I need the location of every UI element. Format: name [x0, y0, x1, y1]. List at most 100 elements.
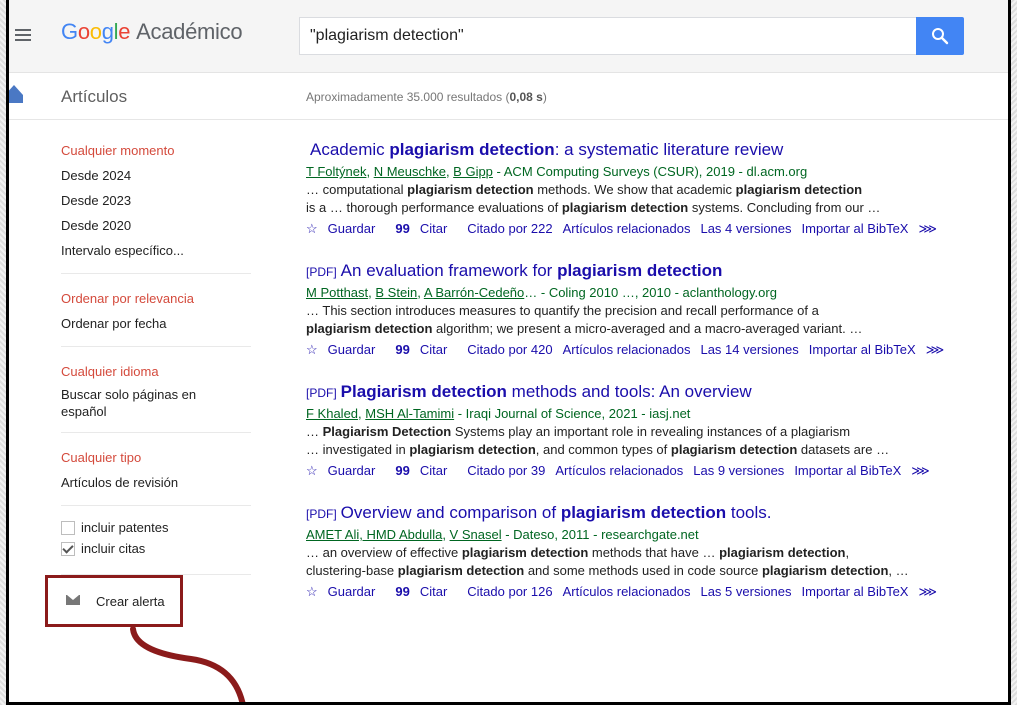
type-any[interactable]: Cualquier tipo — [61, 447, 251, 468]
result-title[interactable]: [PDF] An evaluation framework for plagiar… — [306, 260, 996, 283]
filter-since-2023[interactable]: Desde 2023 — [61, 190, 251, 211]
filter-any-time[interactable]: Cualquier momento — [61, 140, 251, 161]
author-link[interactable]: A Barrón-Cedeño — [424, 285, 524, 300]
related-link[interactable]: Artículos relacionados — [563, 221, 691, 236]
bibtex-link[interactable]: Importar al BibTeX — [809, 342, 916, 357]
results-list: Academic plagiarism detection: a systema… — [306, 139, 996, 623]
pdf-tag[interactable]: [PDF] — [306, 507, 337, 521]
result-item: [PDF] Overview and comparison of plagiari… — [306, 502, 996, 602]
author-link[interactable]: T Foltýnek — [306, 164, 366, 179]
include-citations[interactable]: incluir citas — [61, 541, 251, 556]
save-link[interactable]: ☆ Guardar — [306, 584, 385, 599]
citations-checkbox[interactable] — [61, 541, 75, 556]
create-alert-button[interactable]: Crear alerta — [45, 575, 183, 627]
title-text: methods and tools: An overview — [506, 382, 752, 401]
filters-sidebar: Cualquier momento Desde 2024 Desde 2023 … — [61, 140, 251, 587]
snippet-fragment: , and common types of — [535, 442, 671, 457]
snippet-fragment: systems. Concluding from our … — [688, 200, 881, 215]
author-link[interactable]: MSH Al-Tamimi — [365, 406, 454, 421]
results-count: Aproximadamente 35.000 resultados (0,08 … — [306, 90, 547, 104]
result-title[interactable]: [PDF] Plagiarism detection methods and to… — [306, 381, 996, 404]
cite-label: Citar — [419, 463, 448, 478]
related-link[interactable]: Artículos relacionados — [555, 463, 683, 478]
pdf-tag[interactable]: [PDF] — [306, 386, 337, 400]
sort-date[interactable]: Ordenar por fecha — [61, 313, 251, 334]
versions-link[interactable]: Las 4 versiones — [700, 221, 791, 236]
snippet-fragment: plagiarism detection — [735, 182, 863, 197]
save-link[interactable]: ☆ Guardar — [306, 342, 385, 357]
section-title[interactable]: Artículos — [61, 87, 127, 107]
result-source: - ACM Computing Surveys (CSUR), 2019 - d… — [492, 164, 808, 179]
filter-since-2024[interactable]: Desde 2024 — [61, 165, 251, 186]
cited-by-link[interactable]: Citado por 222 — [467, 221, 552, 236]
bibtex-link[interactable]: Importar al BibTeX — [802, 584, 909, 599]
lang-any[interactable]: Cualquier idioma — [61, 361, 251, 382]
title-text: An evaluation framework for — [340, 261, 558, 280]
result-source: - Dateso, 2011 - researchgate.net — [501, 527, 699, 542]
star-icon: ☆ — [306, 463, 318, 478]
cite-link[interactable]: 99 Citar — [395, 221, 457, 236]
more-icon[interactable]: ⋙ — [926, 342, 945, 357]
citations-label: incluir citas — [81, 541, 146, 556]
sort-group: Ordenar por relevancia Ordenar por fecha — [61, 288, 251, 347]
cite-link[interactable]: 99 Citar — [395, 584, 457, 599]
author-link[interactable]: B Gipp — [453, 164, 493, 179]
search-button[interactable] — [916, 17, 964, 55]
author-link[interactable]: F Khaled — [306, 406, 358, 421]
filter-custom-range[interactable]: Intervalo específico... — [61, 240, 251, 261]
background-texture-right — [1011, 0, 1017, 705]
bibtex-link[interactable]: Importar al BibTeX — [802, 221, 909, 236]
patents-label: incluir patentes — [81, 520, 169, 535]
cite-link[interactable]: 99 Citar — [395, 342, 457, 357]
save-link[interactable]: ☆ Guardar — [306, 463, 385, 478]
author-link[interactable]: M Potthast — [306, 285, 368, 300]
stats-prefix: Aproximadamente 35.000 resultados ( — [306, 90, 510, 104]
versions-link[interactable]: Las 5 versiones — [700, 584, 791, 599]
snippet-fragment: methods that have … — [588, 545, 720, 560]
lang-spanish[interactable]: Buscar solo páginas en español — [61, 386, 221, 420]
snippet-fragment: plagiarism detection — [670, 442, 798, 457]
cited-by-link[interactable]: Citado por 420 — [467, 342, 552, 357]
save-link[interactable]: ☆ Guardar — [306, 221, 385, 236]
result-title[interactable]: Academic plagiarism detection: a systema… — [306, 139, 996, 162]
checkbox-group: incluir patentes incluir citas — [61, 520, 251, 575]
related-link[interactable]: Artículos relacionados — [563, 584, 691, 599]
author-link[interactable]: V Snasel — [450, 527, 502, 542]
sort-relevance[interactable]: Ordenar por relevancia — [61, 288, 251, 309]
cite-label: Citar — [419, 584, 448, 599]
snippet-fragment: plagiarism detection — [761, 563, 889, 578]
result-authors: F Khaled, MSH Al-Tamimi - Iraqi Journal … — [306, 404, 996, 423]
snippet-fragment: … computational — [306, 182, 408, 197]
more-icon[interactable]: ⋙ — [918, 221, 937, 236]
cite-label: Citar — [419, 342, 448, 357]
versions-link[interactable]: Las 9 versiones — [693, 463, 784, 478]
include-patents[interactable]: incluir patentes — [61, 520, 251, 535]
bibtex-link[interactable]: Importar al BibTeX — [794, 463, 901, 478]
author-link[interactable]: N Meuschke — [374, 164, 446, 179]
title-text: Overview and comparison of — [340, 503, 561, 522]
pdf-tag[interactable]: [PDF] — [306, 265, 337, 279]
cited-by-link[interactable]: Citado por 39 — [467, 463, 545, 478]
author-link[interactable]: B Stein — [375, 285, 417, 300]
snippet-fragment: plagiarism detection — [719, 545, 846, 560]
filter-since-2020[interactable]: Desde 2020 — [61, 215, 251, 236]
logo[interactable]: Google Académico — [61, 19, 243, 45]
cite-link[interactable]: 99 Citar — [395, 463, 457, 478]
cited-by-link[interactable]: Citado por 126 — [467, 584, 552, 599]
result-source: - Iraqi Journal of Science, 2021 - iasj.… — [454, 406, 691, 421]
snippet-fragment: Systems play an important role in reveal… — [451, 424, 851, 439]
snippet-fragment: algorithm; we present a micro-averaged a… — [432, 321, 863, 336]
result-title[interactable]: [PDF] Overview and comparison of plagiari… — [306, 502, 996, 525]
result-snippet-line: … Plagiarism Detection Systems play an i… — [306, 423, 996, 441]
more-icon[interactable]: ⋙ — [911, 463, 930, 478]
menu-icon[interactable] — [15, 29, 31, 41]
product-name: Académico — [136, 19, 243, 44]
related-link[interactable]: Artículos relacionados — [563, 342, 691, 357]
patents-checkbox[interactable] — [61, 520, 75, 535]
versions-link[interactable]: Las 14 versiones — [700, 342, 798, 357]
save-label: Guardar — [327, 584, 376, 599]
author-link[interactable]: AMET Ali, HMD Abdulla — [306, 527, 442, 542]
search-input[interactable] — [299, 17, 919, 55]
more-icon[interactable]: ⋙ — [918, 584, 937, 599]
type-review[interactable]: Artículos de revisión — [61, 472, 251, 493]
